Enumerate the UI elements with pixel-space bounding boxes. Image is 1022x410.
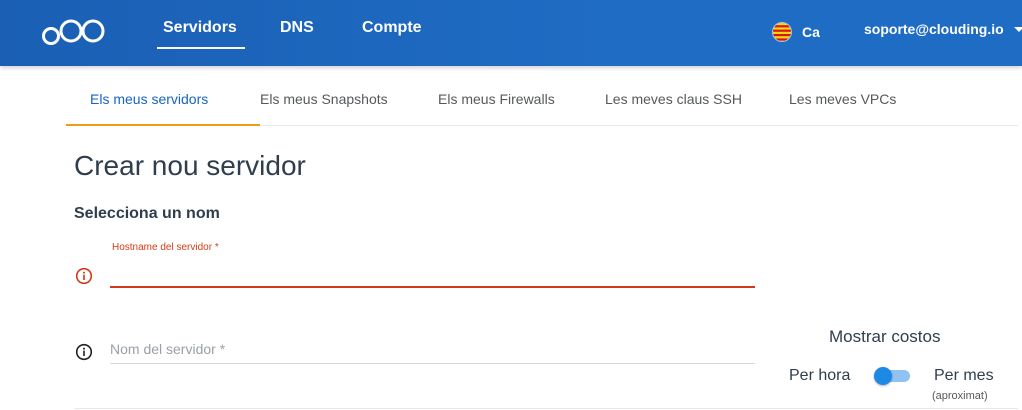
catalonia-flag-icon — [772, 22, 792, 42]
per-month-label: Per mes — [934, 367, 994, 384]
approximate-note: (aproximat) — [932, 390, 988, 402]
nav-servers[interactable]: Servidors — [157, 19, 245, 49]
sub-navigation-tabs: Els meus servidors Els meus Snapshots El… — [66, 66, 1018, 126]
hostname-label: Hostname del servidor * — [112, 242, 219, 253]
info-icon[interactable] — [75, 267, 93, 285]
server-name-input[interactable] — [110, 334, 755, 364]
tab-my-firewalls[interactable]: Els meus Firewalls — [438, 66, 555, 125]
clouding-logo[interactable] — [40, 12, 110, 46]
section-title: Selecciona un nom — [74, 205, 220, 222]
tab-my-vpcs[interactable]: Les meves VPCs — [789, 66, 896, 125]
page-title: Crear nou servidor — [74, 150, 306, 181]
language-code: Ca — [802, 24, 820, 40]
toggle-thumb — [874, 367, 892, 385]
user-email: soporte@clouding.io — [864, 21, 1004, 37]
user-menu[interactable]: soporte@clouding.io — [864, 21, 1022, 37]
hostname-input[interactable] — [110, 258, 755, 288]
tab-my-servers[interactable]: Els meus servidors — [66, 66, 260, 126]
show-costs-title: Mostrar costos — [829, 327, 941, 346]
info-icon[interactable] — [75, 343, 93, 361]
top-app-bar: Servidors DNS Compte Ca soporte@clouding… — [0, 0, 1022, 66]
nav-account[interactable]: Compte — [362, 19, 422, 37]
tab-my-snapshots[interactable]: Els meus Snapshots — [260, 66, 388, 125]
language-selector[interactable]: Ca — [772, 21, 820, 43]
cost-period-toggle[interactable] — [874, 367, 910, 385]
per-hour-label: Per hora — [789, 367, 851, 384]
divider — [74, 408, 1018, 409]
nav-dns[interactable]: DNS — [280, 19, 314, 37]
chevron-down-icon — [1013, 26, 1022, 32]
tab-my-ssh-keys[interactable]: Les meves claus SSH — [605, 66, 742, 125]
